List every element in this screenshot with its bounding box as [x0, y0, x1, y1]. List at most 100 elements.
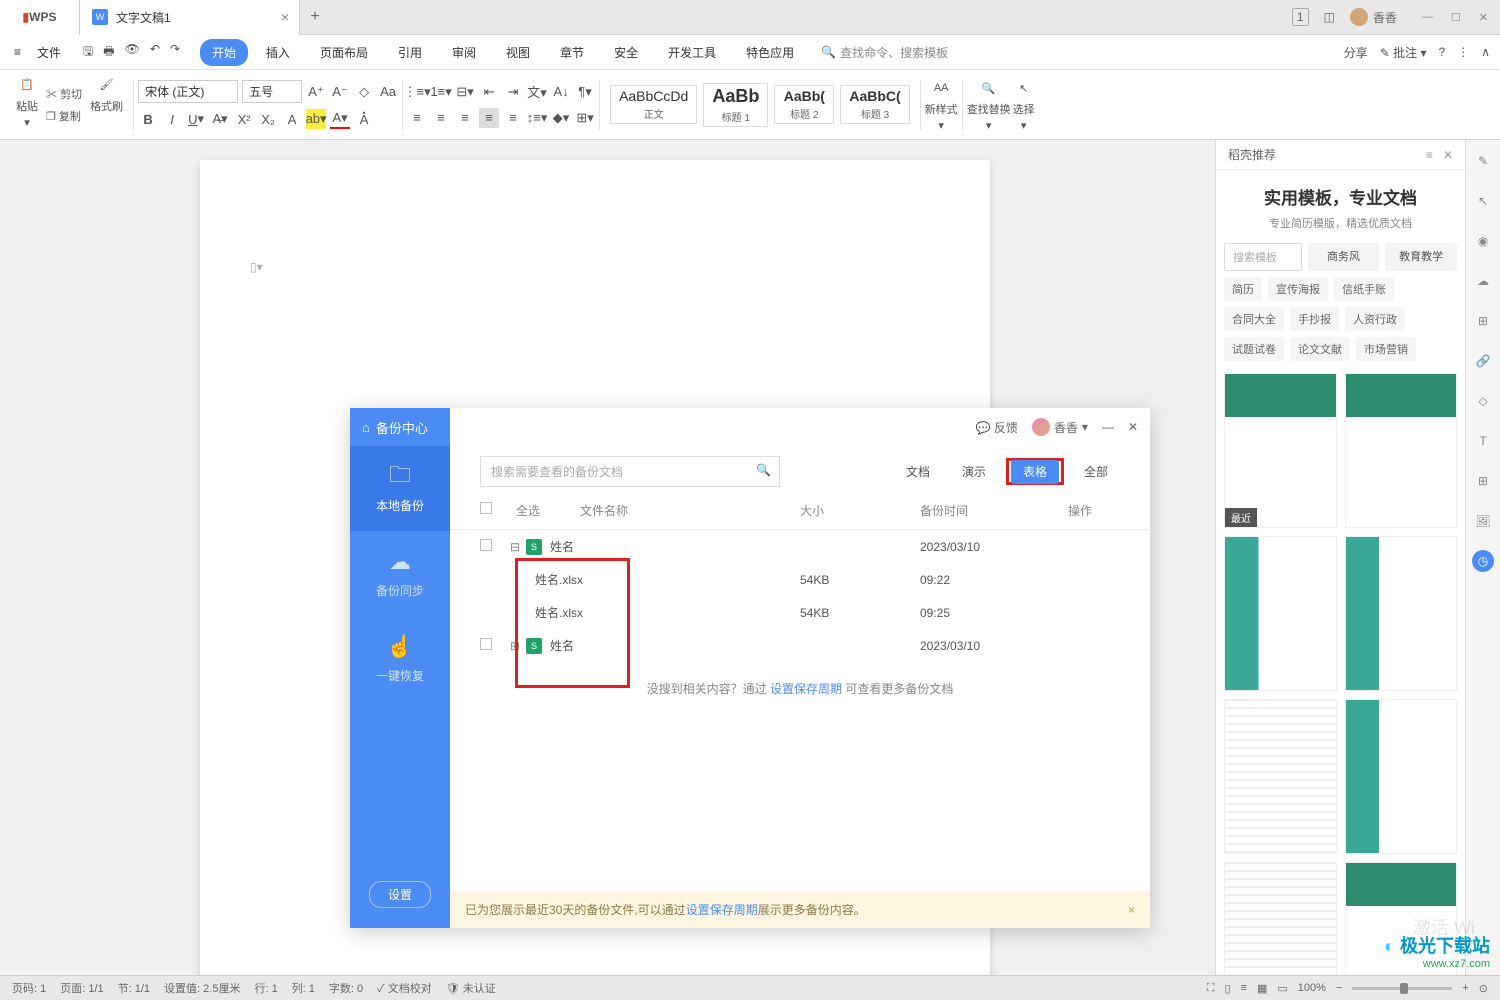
select-tool-icon[interactable]: ↖ [1472, 190, 1494, 212]
edit-tool-icon[interactable]: ✎ [1472, 150, 1494, 172]
hamburger-icon[interactable]: ≡ [10, 41, 25, 63]
tab-reference[interactable]: 引用 [386, 39, 434, 66]
nav-local-backup[interactable]: 🗀 本地备份 [350, 446, 450, 531]
wps-logo[interactable]: ▮WPS [0, 0, 80, 35]
template-card[interactable] [1345, 373, 1458, 528]
indent-right-icon[interactable]: ⇥ [503, 82, 523, 102]
status-line[interactable]: 行: 1 [254, 980, 277, 996]
close-tab-icon[interactable]: × [281, 9, 289, 25]
tab-review[interactable]: 审阅 [440, 39, 488, 66]
status-col[interactable]: 列: 1 [292, 980, 315, 996]
sort-icon[interactable]: A↓ [551, 82, 571, 102]
template-panel-toggle[interactable]: ◷ [1472, 550, 1494, 572]
help-icon[interactable]: ? [1439, 45, 1446, 59]
template-search-input[interactable]: 搜索模板 [1224, 243, 1302, 271]
font-name-select[interactable]: 宋体 (正文) [138, 80, 238, 103]
table-icon[interactable]: ⊞ [1472, 470, 1494, 492]
row-checkbox[interactable] [480, 638, 492, 650]
image-icon[interactable]: 🖼 [1472, 510, 1494, 532]
status-proof[interactable]: ✓ 文档校对 [377, 980, 432, 996]
distribute-icon[interactable]: ≡ [503, 108, 523, 128]
tag-item[interactable]: 人资行政 [1345, 307, 1405, 331]
tag-item[interactable]: 试题试卷 [1224, 337, 1284, 361]
print-icon[interactable]: 🖶 [103, 42, 114, 63]
font-color-button[interactable]: A▾ [330, 109, 350, 129]
select-all-checkbox[interactable] [480, 502, 492, 514]
tab-section[interactable]: 章节 [548, 39, 596, 66]
save-icon[interactable]: 🖫 [83, 42, 93, 63]
tag-item[interactable]: 论文文献 [1290, 337, 1350, 361]
table-row[interactable]: ⊞ S 姓名 2023/03/10 [480, 629, 1120, 662]
filter-doc[interactable]: 文档 [894, 458, 942, 485]
row-checkbox[interactable] [480, 539, 492, 551]
underline-button[interactable]: U▾ [186, 109, 206, 129]
view-read-icon[interactable]: ▭ [1277, 982, 1287, 995]
maximize-icon[interactable]: ☐ [1451, 11, 1461, 24]
link-icon[interactable]: 🔗 [1472, 350, 1494, 372]
quick-tab-business[interactable]: 商务风 [1308, 243, 1380, 271]
template-card[interactable] [1224, 536, 1337, 691]
fit-icon[interactable]: ⊙ [1479, 982, 1488, 995]
quick-tab-edu[interactable]: 教育教学 [1385, 243, 1457, 271]
annotate-button[interactable]: ✎ 批注 ▾ [1380, 44, 1427, 61]
template-card[interactable] [1345, 536, 1458, 691]
nav-sync[interactable]: ☁ 备份同步 [350, 531, 450, 616]
document-area[interactable]: ▯▾ ⌂ 备份中心 🗀 本地备份 ☁ 备份同步 [0, 140, 1215, 975]
status-pos[interactable]: 设置值: 2.5厘米 [164, 980, 240, 996]
strikethrough-button[interactable]: A̶▾ [210, 109, 230, 129]
style-h1[interactable]: AaBb标题 1 [703, 83, 768, 127]
redo-icon[interactable]: ↷ [170, 42, 180, 63]
tag-item[interactable]: 手抄报 [1290, 307, 1339, 331]
text-icon[interactable]: T [1472, 430, 1494, 452]
align-right-icon[interactable]: ≡ [455, 108, 475, 128]
backup-user-menu[interactable]: 香香 ▾ [1032, 418, 1088, 436]
find-replace-button[interactable]: 🔍 查找替换▾ [967, 77, 1011, 132]
justify-icon[interactable]: ≡ [479, 108, 499, 128]
tag-item[interactable]: 信纸手账 [1334, 277, 1394, 301]
tab-start[interactable]: 开始 [200, 39, 248, 66]
panel-close-icon[interactable]: ✕ [1443, 148, 1453, 162]
phonetic-button[interactable]: A̽ [354, 109, 374, 129]
panel-menu-icon[interactable]: ≡ [1426, 148, 1433, 162]
tab-special[interactable]: 特色应用 [734, 39, 806, 66]
italic-button[interactable]: I [162, 109, 182, 129]
cloud-icon[interactable]: ☁ [1472, 270, 1494, 292]
template-card[interactable] [1345, 699, 1458, 854]
close-dialog-icon[interactable]: ✕ [1128, 420, 1138, 434]
add-tab-button[interactable]: + [300, 8, 330, 26]
multilevel-icon[interactable]: ⊟▾ [455, 82, 475, 102]
show-marks-icon[interactable]: ¶▾ [575, 82, 595, 102]
tag-item[interactable]: 合同大全 [1224, 307, 1284, 331]
undo-icon[interactable]: ↶ [150, 42, 160, 63]
font-size-select[interactable]: 五号 [242, 80, 302, 103]
text-direction-icon[interactable]: 文▾ [527, 82, 547, 102]
template-card[interactable]: 最近 [1224, 373, 1337, 528]
bullets-icon[interactable]: ⋮≡▾ [407, 82, 427, 102]
more-icon[interactable]: ⋮ [1457, 45, 1469, 59]
file-menu[interactable]: 文件 [29, 40, 69, 65]
document-tab[interactable]: W 文字文稿1 × [80, 0, 300, 35]
change-case-icon[interactable]: Aa [378, 82, 398, 102]
template-card[interactable] [1224, 862, 1337, 975]
command-search[interactable]: 🔍 查找命令、搜索模板 [821, 44, 948, 61]
tab-layout[interactable]: 页面布局 [308, 39, 380, 66]
layers-icon[interactable]: ◉ [1472, 230, 1494, 252]
new-style-button[interactable]: AA 新样式▾ [925, 77, 958, 132]
user-menu[interactable]: 香香 [1350, 8, 1397, 26]
feedback-button[interactable]: 💬 反馈 [976, 419, 1018, 436]
zoom-level[interactable]: 100% [1298, 982, 1326, 994]
close-window-icon[interactable]: ✕ [1479, 11, 1488, 24]
select-all-label[interactable]: 全选 [516, 502, 540, 519]
shrink-font-icon[interactable]: A⁻ [330, 82, 350, 102]
table-row[interactable]: 姓名.xlsx 54KB 09:22 [480, 563, 1120, 596]
subscript-button[interactable]: X₂ [258, 109, 278, 129]
borders-icon[interactable]: ⊞▾ [575, 108, 595, 128]
tag-item[interactable]: 市场营销 [1356, 337, 1416, 361]
settings-button[interactable]: 设置 [369, 881, 431, 908]
zoom-slider[interactable] [1352, 987, 1452, 990]
style-normal[interactable]: AaBbCcDd正文 [610, 85, 697, 124]
fullscreen-icon[interactable]: ⛶ [1207, 982, 1215, 995]
collapse-icon[interactable]: ⊟ [510, 540, 526, 554]
filter-ppt[interactable]: 演示 [950, 458, 998, 485]
filter-all[interactable]: 全部 [1072, 458, 1120, 485]
